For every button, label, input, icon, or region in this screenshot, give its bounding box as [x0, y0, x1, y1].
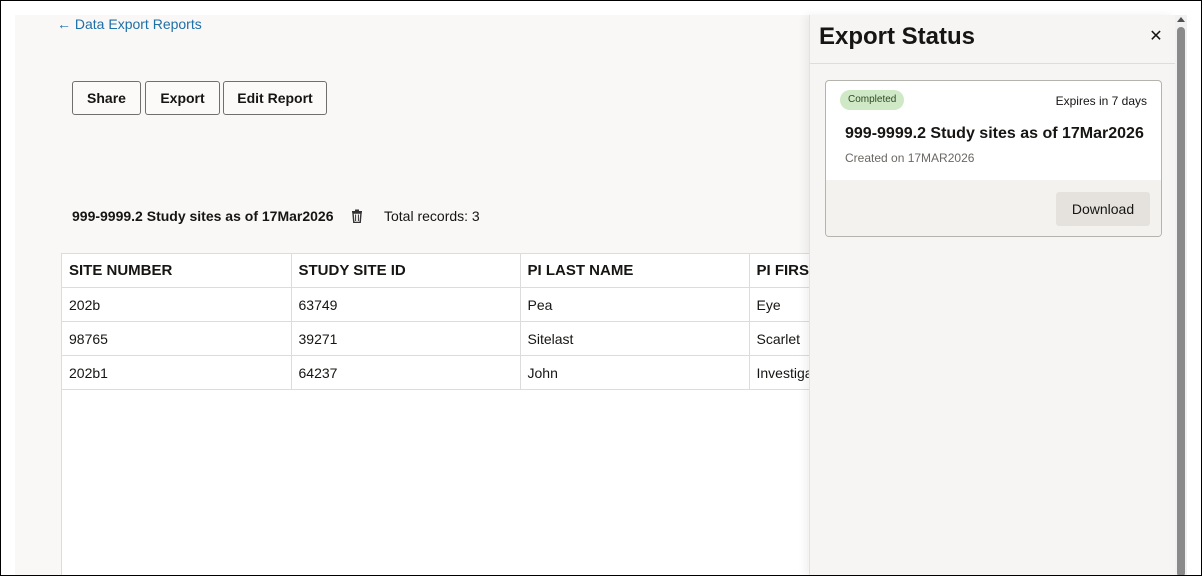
scrollbar-thumb[interactable]: [1177, 27, 1185, 575]
table-cell: 202b1: [62, 355, 292, 390]
table-cell: John: [520, 355, 750, 390]
app-window: ← Data Export Reports Share Export Edit …: [0, 0, 1202, 576]
data-table-container: SITE NUMBER STUDY SITE ID PI LAST NAME P…: [61, 253, 979, 575]
export-status-panel: Export Status ✕ Completed Expires in 7 d…: [809, 15, 1176, 575]
card-footer: Download: [826, 180, 1161, 236]
table-cell: 39271: [291, 321, 521, 356]
column-header-pi-last-name[interactable]: PI LAST NAME: [520, 253, 750, 288]
table-cell: 64237: [291, 355, 521, 390]
table-cell: Pea: [520, 287, 750, 322]
table-cell: 63749: [291, 287, 521, 322]
edit-report-button[interactable]: Edit Report: [223, 81, 327, 115]
export-card: Completed Expires in 7 days 999-9999.2 S…: [825, 80, 1162, 237]
vertical-scrollbar[interactable]: [1175, 15, 1187, 575]
report-title: 999-9999.2 Study sites as of 17Mar2026: [72, 208, 334, 224]
expires-label: Expires in 7 days: [1055, 94, 1147, 108]
total-records: Total records: 3: [384, 208, 480, 224]
table-cell: 202b: [62, 287, 292, 322]
table-cell: Sitelast: [520, 321, 750, 356]
download-button[interactable]: Download: [1056, 192, 1150, 226]
export-button[interactable]: Export: [145, 81, 220, 115]
trash-icon[interactable]: [350, 209, 364, 223]
close-icon[interactable]: ✕: [1146, 27, 1166, 47]
table-cell: 98765: [62, 321, 292, 356]
column-header-site-number[interactable]: SITE NUMBER: [62, 253, 292, 288]
divider: [810, 63, 1176, 64]
scroll-up-icon[interactable]: [1177, 17, 1185, 22]
back-link[interactable]: ← Data Export Reports: [57, 16, 202, 32]
created-date: Created on 17MAR2026: [845, 151, 975, 165]
status-badge: Completed: [840, 90, 905, 110]
panel-title: Export Status: [819, 23, 976, 50]
share-button[interactable]: Share: [72, 81, 141, 115]
export-title: 999-9999.2 Study sites as of 17Mar2026: [845, 125, 1144, 142]
column-header-study-site-id[interactable]: STUDY SITE ID: [291, 253, 521, 288]
